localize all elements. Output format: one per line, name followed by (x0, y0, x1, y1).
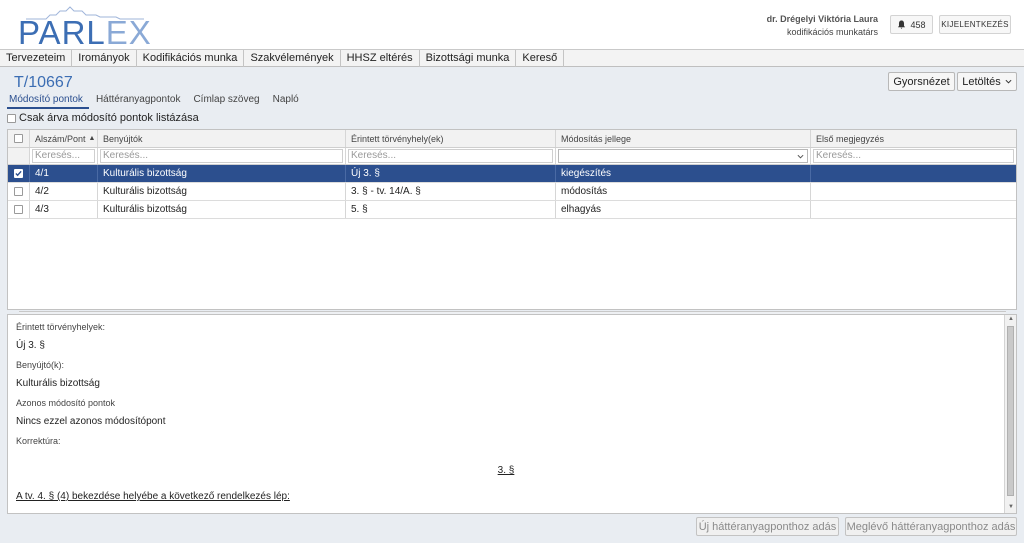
scroll-up-icon[interactable]: ▲ (1008, 316, 1014, 322)
filter-type-cell (556, 148, 811, 164)
user-name: dr. Drégelyi Viktória Laura (766, 14, 878, 24)
row-select-cell (8, 165, 30, 182)
tab-log[interactable]: Napló (271, 93, 305, 109)
sort-asc-icon: ▲ (88, 135, 96, 142)
app-header: PARLEX dr. Drégelyi Viktória Laura kodif… (0, 0, 1024, 51)
table-row[interactable]: 4/2 Kulturális bizottság 3. § - tv. 14/A… (8, 183, 1016, 201)
user-role: kodifikációs munkatárs (786, 27, 878, 37)
table-row[interactable]: 4/1 Kulturális bizottság Új 3. § kiegész… (8, 165, 1016, 183)
cell-type: módosítás (556, 183, 811, 200)
filter-number-input[interactable]: Keresés... (32, 149, 95, 163)
nav-item-expert-opinions[interactable]: Szakvélemények (244, 50, 341, 67)
filter-note-cell: Keresés... (811, 148, 1016, 164)
select-all-checkbox[interactable] (14, 134, 23, 143)
row-checkbox-checked[interactable] (14, 169, 23, 178)
nav-item-documents[interactable]: Irományok (72, 50, 137, 67)
correction-label: Korrektúra: (16, 436, 61, 446)
detail-vertical-scrollbar[interactable]: ▲ ▼ (1004, 315, 1016, 513)
select-all-cell (8, 130, 30, 147)
orphan-label: Csak árva módosító pontok listázása (19, 112, 199, 124)
scroll-down-icon[interactable]: ▼ (1008, 504, 1014, 510)
cell-submitter: Kulturális bizottság (98, 183, 346, 200)
nav-item-search[interactable]: Kereső (516, 50, 565, 67)
checkmark-icon (15, 170, 22, 177)
filter-number-cell: Keresés... (30, 148, 98, 164)
add-new-background-button[interactable]: Új háttéranyagponthoz adás (696, 517, 839, 536)
cell-submitter: Kulturális bizottság (98, 201, 346, 218)
col-header-first-note[interactable]: Első megjegyzés (811, 130, 1016, 147)
row-select-cell (8, 201, 30, 218)
cell-number: 4/3 (30, 201, 98, 218)
filter-location-cell: Keresés... (346, 148, 556, 164)
filter-location-input[interactable]: Keresés... (348, 149, 553, 163)
main-nav: Tervezeteim Irományok Kodifikációs munka… (0, 49, 1024, 67)
col-header-location[interactable]: Érintett törvényhely(ek) (346, 130, 556, 147)
detail-panel: Érintett törvényhelyek: Új 3. § Benyújtó… (7, 314, 1017, 514)
col-header-submitters[interactable]: Benyújtók (98, 130, 346, 147)
cell-number: 4/1 (30, 165, 98, 182)
download-label: Letöltés (962, 75, 1001, 88)
user-info: dr. Drégelyi Viktória Laura kodifikációs… (767, 13, 878, 39)
download-dropdown[interactable]: Letöltés (957, 72, 1017, 91)
filter-submitters-cell: Keresés... (98, 148, 346, 164)
chevron-down-icon (797, 154, 804, 159)
cell-number: 4/2 (30, 183, 98, 200)
tab-background-points[interactable]: Háttéranyagpontok (94, 93, 187, 109)
cell-submitter: Kulturális bizottság (98, 165, 346, 182)
nav-item-hhsz-deviation[interactable]: HHSZ eltérés (341, 50, 420, 67)
col-header-type[interactable]: Módosítás jellege (556, 130, 811, 147)
col-header-number[interactable]: Alszám/Pont ▲ (30, 130, 98, 147)
notifications-button[interactable]: 458 (890, 15, 933, 34)
cell-location: 5. § (346, 201, 556, 218)
cell-type: kiegészítés (556, 165, 811, 182)
parlex-logo[interactable]: PARLEX (18, 6, 151, 51)
cell-note (811, 165, 1016, 182)
cell-location: Új 3. § (346, 165, 556, 182)
grid-filter-row: Keresés... Keresés... Keresés... Keresés… (8, 148, 1016, 165)
cell-type: elhagyás (556, 201, 811, 218)
same-points-label: Azonos módosító pontok (16, 398, 116, 408)
cell-note (811, 183, 1016, 200)
bell-icon (898, 20, 906, 29)
row-checkbox[interactable] (14, 187, 23, 196)
amendment-text-line: A tv. 4. § (4) bekezdése helyébe a követ… (16, 491, 290, 502)
table-row[interactable]: 4/3 Kulturális bizottság 5. § elhagyás (8, 201, 1016, 219)
sub-tabs: Módosító pontok Háttéranyagpontok Címlap… (7, 93, 310, 109)
amendments-grid: Alszám/Pont ▲ Benyújtók Érintett törvényh… (7, 129, 1017, 310)
submitter-value: Kulturális bizottság (16, 378, 100, 389)
nav-item-committee-work[interactable]: Bizottsági munka (420, 50, 517, 67)
submitter-label: Benyújtó(k): (16, 360, 65, 370)
notification-count: 458 (910, 19, 926, 30)
scroll-thumb[interactable] (1007, 326, 1014, 496)
affected-value: Új 3. § (16, 340, 45, 351)
chevron-down-icon (1005, 79, 1012, 84)
nav-item-drafts[interactable]: Tervezeteim (0, 50, 73, 67)
same-points-value: Nincs ezzel azonos módosítópont (16, 416, 166, 427)
add-existing-background-button[interactable]: Meglévő háttéranyagponthoz adás (845, 517, 1017, 536)
orphan-filter[interactable]: Csak árva módosító pontok listázása (7, 111, 199, 125)
nav-item-codification[interactable]: Kodifikációs munka (137, 50, 245, 67)
row-select-cell (8, 183, 30, 200)
row-checkbox[interactable] (14, 205, 23, 214)
logo-text: PARLEX (18, 14, 152, 51)
tab-amendment-points[interactable]: Módosító pontok (7, 93, 89, 109)
cell-note (811, 201, 1016, 218)
filter-note-input[interactable]: Keresés... (813, 149, 1014, 163)
affected-label: Érintett törvényhelyek: (16, 322, 106, 332)
cell-location: 3. § - tv. 14/A. § (346, 183, 556, 200)
orphan-checkbox[interactable] (7, 113, 16, 123)
filter-spacer (8, 148, 30, 164)
filter-submitters-input[interactable]: Keresés... (100, 149, 343, 163)
grid-header: Alszám/Pont ▲ Benyújtók Érintett törvényh… (8, 130, 1016, 148)
main-content: T/10667 Gyorsnézet Letöltés Módosító pon… (7, 67, 1018, 514)
quick-view-button[interactable]: Gyorsnézet (888, 72, 955, 91)
section-heading: 3. § (497, 465, 515, 476)
filter-type-select[interactable] (558, 149, 808, 163)
page-title: T/10667 (14, 74, 73, 91)
logout-button[interactable]: KIJELENTKEZÉS (939, 15, 1011, 34)
tab-cover-text[interactable]: Címlap szöveg (191, 93, 265, 109)
